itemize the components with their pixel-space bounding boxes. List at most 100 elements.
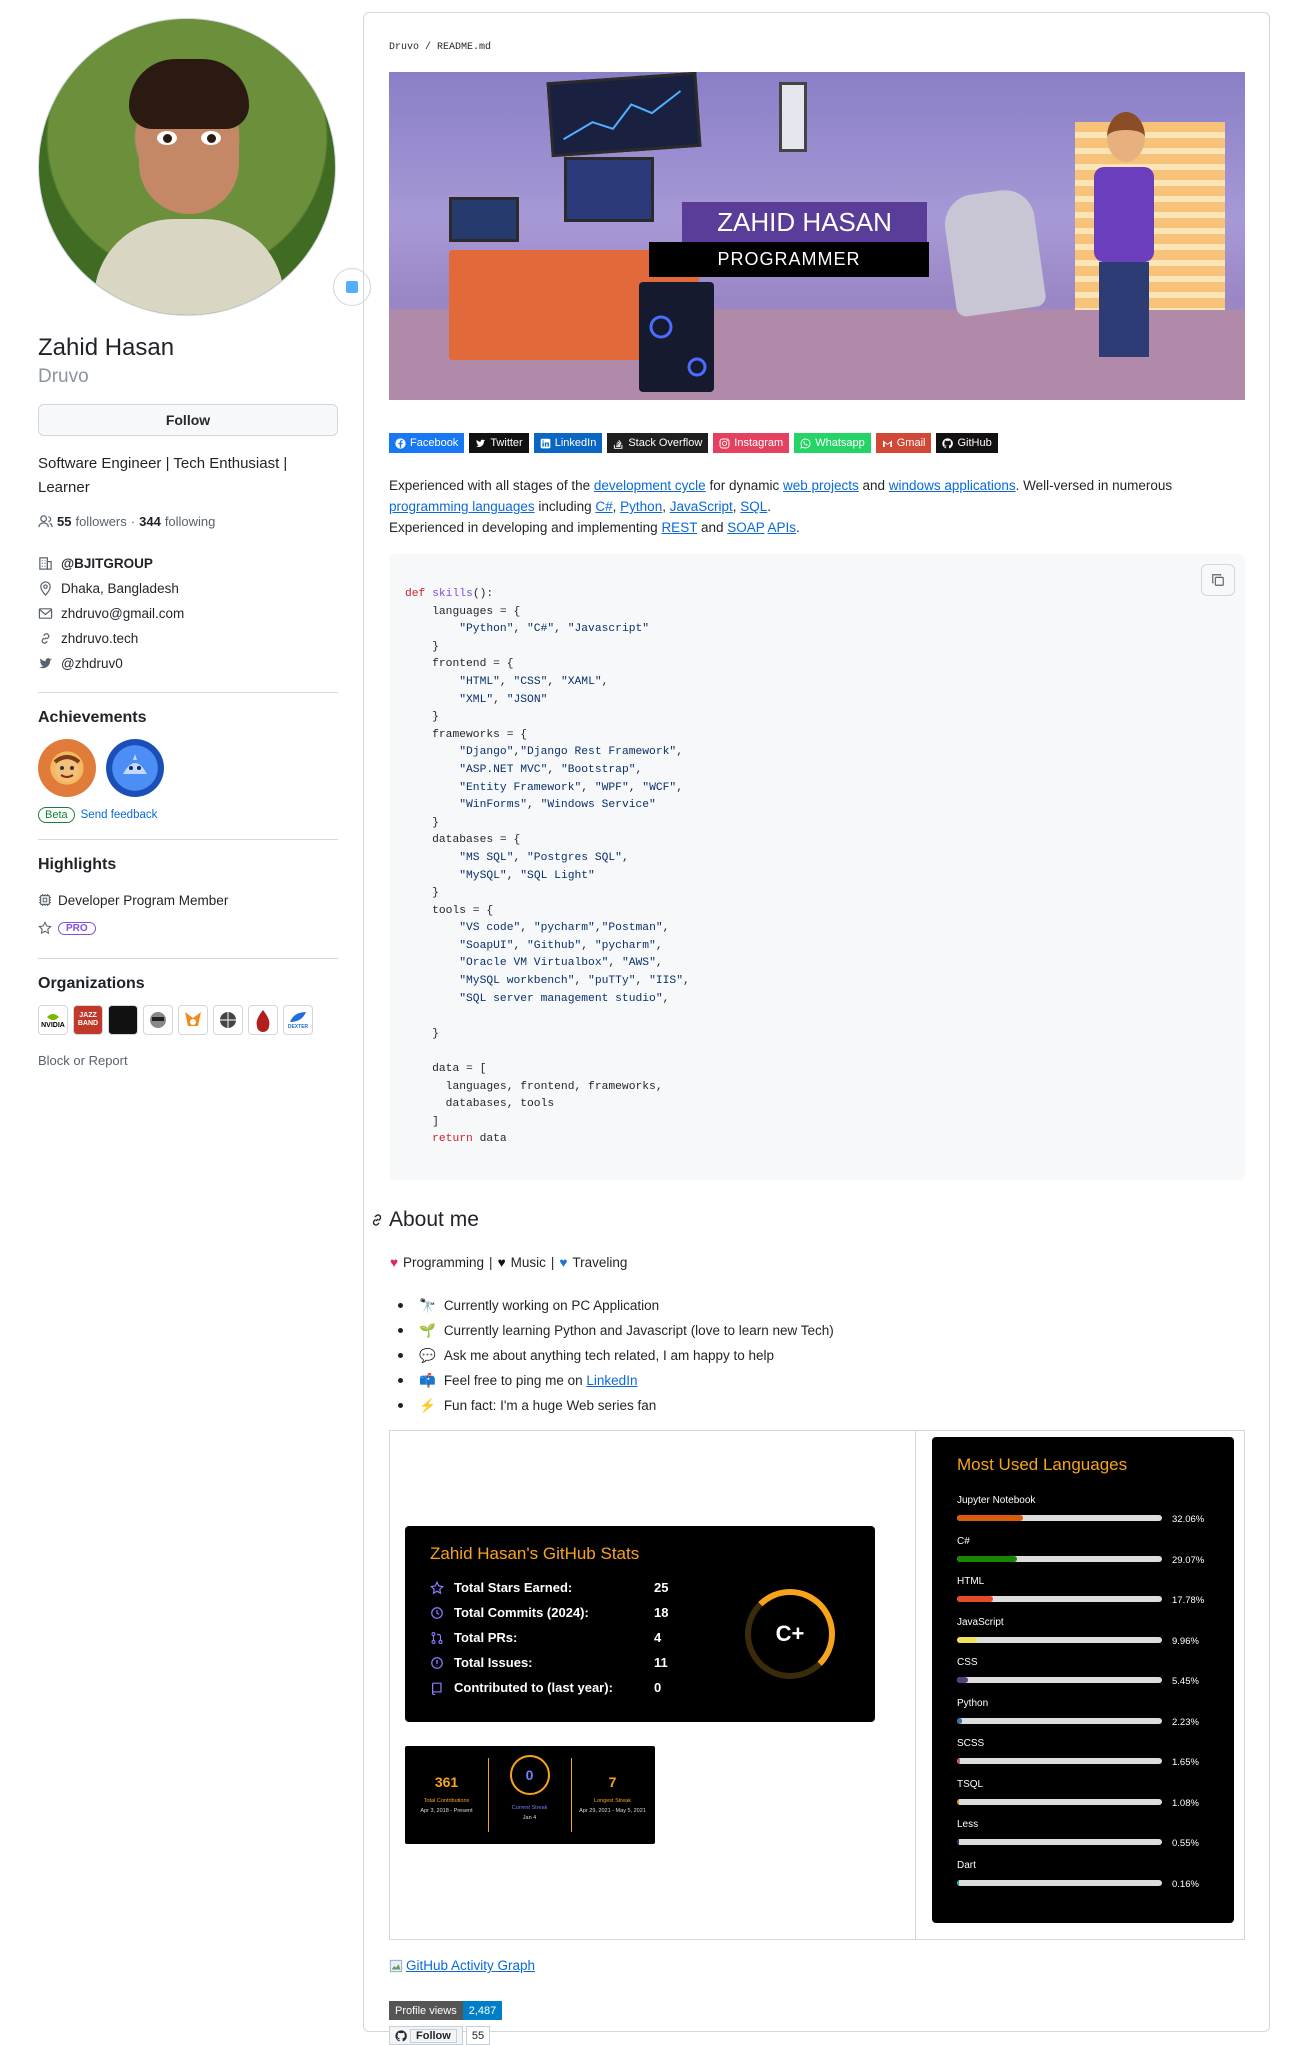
link-rest[interactable]: REST xyxy=(661,520,697,535)
language-percent: 32.06% xyxy=(1172,1514,1205,1525)
twitter-handle[interactable]: @zhdruv0 xyxy=(61,656,123,671)
quickdraw-badge-icon[interactable] xyxy=(106,739,164,797)
company-text[interactable]: @BJITGROUP xyxy=(61,556,153,571)
language-bar xyxy=(957,1636,1162,1643)
website-link[interactable]: zhdruvo.tech xyxy=(61,631,138,646)
language-bar-fill xyxy=(957,1839,960,1845)
whatsapp-badge[interactable]: Whatsapp xyxy=(794,433,871,453)
follow-button[interactable]: Follow xyxy=(38,404,338,436)
language-percent: 0.16% xyxy=(1172,1878,1199,1890)
activity-graph-link[interactable]: GitHub Activity Graph xyxy=(389,1958,535,1973)
linkedin-link[interactable]: LinkedIn xyxy=(586,1373,637,1388)
stat-row: Total PRs: 4 xyxy=(430,1630,661,1645)
following-label[interactable]: following xyxy=(165,514,216,529)
org-globe-icon[interactable] xyxy=(213,1005,243,1035)
top-languages-card[interactable]: Most Used Languages Jupyter Notebook 32.0… xyxy=(932,1437,1234,1923)
language-percent: 1.65% xyxy=(1172,1757,1199,1768)
profile-sidebar: Zahid Hasan Druvo Follow Software Engine… xyxy=(38,18,371,1068)
language-name: Python xyxy=(957,1697,989,1709)
skills-code-block[interactable]: def skills(): languages = { "Python", "C… xyxy=(389,554,1245,1180)
facebook-badge[interactable]: Facebook xyxy=(389,433,465,453)
gmail-badge[interactable]: Gmail xyxy=(875,433,932,453)
character-illustration xyxy=(1089,112,1159,357)
github-stats-card[interactable]: Zahid Hasan's GitHub Stats Total Stars E… xyxy=(405,1526,875,1722)
achievements-heading[interactable]: Achievements xyxy=(38,709,338,727)
beta-label: Beta xyxy=(38,807,75,823)
anchor-link-icon[interactable] xyxy=(369,1212,385,1228)
divider xyxy=(38,839,338,840)
seedling-icon: 🌱 xyxy=(419,1322,436,1338)
language-percent: 1.08% xyxy=(1172,1797,1199,1809)
total-contributions-column: 361 Total Contributions Apr 3, 2018 - Pr… xyxy=(420,1774,473,1814)
link-sql[interactable]: SQL xyxy=(740,499,767,514)
stackoverflow-badge[interactable]: Stack Overflow xyxy=(607,433,709,453)
code-text: def skills(): languages = { "Python", "C… xyxy=(405,588,690,1146)
language-bar xyxy=(957,1515,1162,1521)
language-name: JavaScript xyxy=(957,1616,1004,1628)
language-bar xyxy=(957,1758,1162,1764)
streak-card[interactable]: 361 Total Contributions Apr 3, 2018 - Pr… xyxy=(405,1746,655,1844)
link-apis[interactable]: APIs xyxy=(768,520,797,535)
language-bar-fill xyxy=(957,1758,961,1764)
language-percent: 9.96% xyxy=(1172,1635,1199,1647)
developer-program-text[interactable]: Developer Program Member xyxy=(58,893,228,908)
org-drop-icon[interactable] xyxy=(248,1005,278,1035)
highlights-list: Developer Program Member PRO xyxy=(38,886,338,942)
location-pin-icon xyxy=(40,581,51,596)
email-link[interactable]: zhdruvo@gmail.com xyxy=(61,606,184,621)
followers-label[interactable]: followers xyxy=(75,514,126,529)
twitter-badge[interactable]: Twitter xyxy=(469,433,529,453)
language-row: JavaScript 9.96% xyxy=(957,1616,1217,1647)
website-row: zhdruvo.tech xyxy=(38,626,338,651)
twitter-row: @zhdruv0 xyxy=(38,651,338,676)
link-javascript[interactable]: JavaScript xyxy=(670,499,733,514)
pull-request-icon xyxy=(431,1631,443,1644)
block-or-report-link[interactable]: Block or Report xyxy=(38,1053,338,1068)
followers-count[interactable]: 55 xyxy=(57,514,71,529)
send-feedback-link[interactable]: Send feedback xyxy=(81,809,158,821)
copy-code-button[interactable] xyxy=(1201,564,1235,596)
facebook-icon xyxy=(395,437,406,449)
language-bar xyxy=(957,1596,1162,1602)
stats-title: Zahid Hasan's GitHub Stats xyxy=(430,1544,640,1563)
following-count[interactable]: 344 xyxy=(139,514,161,529)
follow-counts: 55 followers · 344 following xyxy=(38,514,338,529)
language-bar-fill xyxy=(957,1879,960,1886)
readme-breadcrumb[interactable]: Druvo / README.md xyxy=(389,42,491,53)
language-row: CSS 5.45% xyxy=(957,1657,1217,1687)
banner-title: ZAHID HASAN xyxy=(682,202,927,242)
link-programming-languages[interactable]: programming languages xyxy=(389,499,535,514)
link-development-cycle[interactable]: development cycle xyxy=(594,478,706,493)
stat-row: Total Issues: 11 xyxy=(430,1655,668,1670)
org-dexter-icon[interactable]: DEXTER xyxy=(283,1005,313,1035)
language-row: Jupyter Notebook 32.06% xyxy=(957,1495,1217,1525)
link-windows-applications[interactable]: windows applications xyxy=(889,478,1016,493)
language-bar-fill xyxy=(957,1798,960,1805)
org-dark-icon[interactable] xyxy=(108,1005,138,1035)
org-jazzband-icon[interactable]: JAZZ BAND xyxy=(73,1005,103,1035)
language-name: SCSS xyxy=(957,1738,985,1749)
org-raccoon-icon[interactable] xyxy=(143,1005,173,1035)
org-fox-icon[interactable] xyxy=(178,1005,208,1035)
stats-table: Zahid Hasan's GitHub Stats Total Stars E… xyxy=(389,1430,1245,1940)
instagram-badge[interactable]: Instagram xyxy=(713,433,790,453)
organizations-heading: Organizations xyxy=(38,975,145,992)
issue-icon xyxy=(431,1656,443,1669)
pull-shark-badge-icon[interactable] xyxy=(38,739,96,797)
org-nvidia-icon[interactable]: NVIDIA xyxy=(38,1005,68,1035)
company-row: @BJITGROUP xyxy=(38,551,338,576)
organizations-list: NVIDIA JAZZ BAND DEXTER xyxy=(38,1005,338,1035)
cpu-icon xyxy=(38,893,52,907)
linkedin-badge[interactable]: LinkedIn xyxy=(533,433,603,453)
github-badge[interactable]: GitHub xyxy=(936,433,998,453)
link-web-projects[interactable]: web projects xyxy=(783,478,859,493)
profile-avatar[interactable] xyxy=(38,18,336,316)
history-icon xyxy=(431,1606,443,1619)
link-python[interactable]: Python xyxy=(620,499,662,514)
building-icon xyxy=(39,557,52,570)
linkedin-icon xyxy=(540,438,551,448)
about-me-list: 🔭 Currently working on PC Application 🌱 Cu… xyxy=(390,1293,834,1418)
link-soap[interactable]: SOAP xyxy=(727,520,764,535)
link-csharp[interactable]: C# xyxy=(595,499,612,514)
github-follow-badge[interactable]: Follow 55 xyxy=(389,2026,491,2045)
